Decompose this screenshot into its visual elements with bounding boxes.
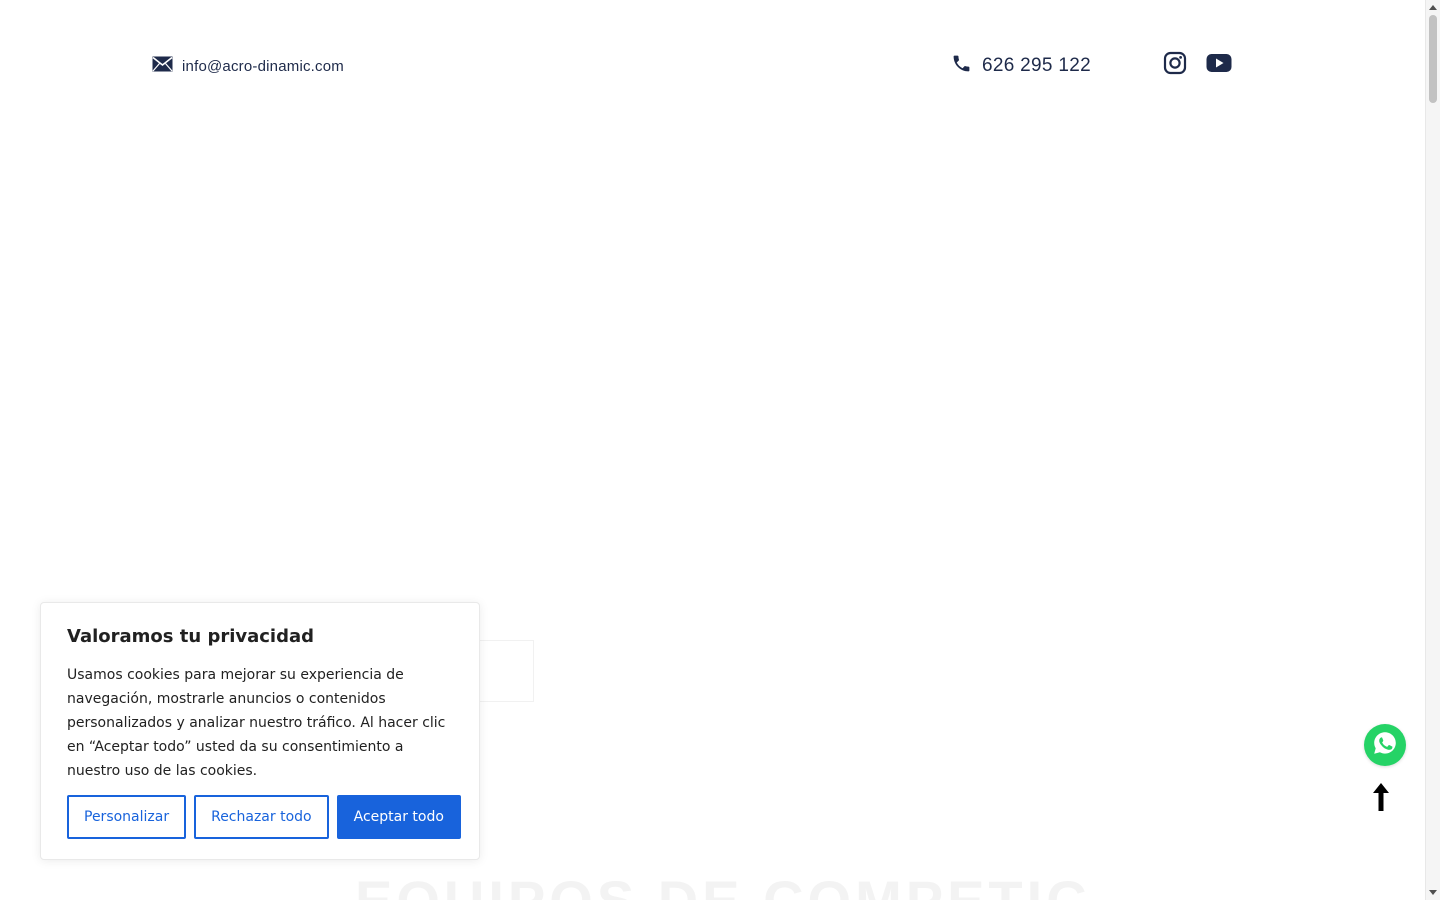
- email-link[interactable]: info@acro-dinamic.com: [152, 55, 344, 77]
- cookie-description: Usamos cookies para mejorar su experienc…: [67, 667, 446, 779]
- scroll-up-arrow-icon[interactable]: [1429, 5, 1437, 10]
- scrollbar-thumb[interactable]: [1429, 15, 1437, 103]
- arrow-up-icon: [1372, 782, 1390, 816]
- scroll-down-arrow-icon[interactable]: [1429, 890, 1437, 895]
- phone-text: 626 295 122: [982, 55, 1091, 76]
- reject-all-button[interactable]: Rechazar todo: [194, 795, 329, 839]
- page-scrollbar[interactable]: [1425, 0, 1440, 900]
- customize-button[interactable]: Personalizar: [67, 795, 187, 839]
- youtube-icon: [1206, 53, 1232, 77]
- phone-link[interactable]: 626 295 122: [951, 52, 1091, 80]
- whatsapp-button[interactable]: [1364, 724, 1406, 766]
- envelope-icon: [152, 56, 173, 76]
- hero-heading: EQUIPOS DE COMPETICIÓN: [355, 868, 1085, 900]
- youtube-link[interactable]: [1206, 52, 1232, 78]
- cookie-banner: Valoramos tu privacidad Usamos cookies p…: [40, 602, 480, 860]
- instagram-link[interactable]: [1162, 51, 1188, 79]
- accept-all-button[interactable]: Aceptar todo: [336, 795, 461, 839]
- cookie-button-group: Personalizar Rechazar todo Aceptar todo: [67, 795, 461, 839]
- email-text: info@acro-dinamic.com: [182, 57, 344, 75]
- instagram-icon: [1163, 51, 1187, 79]
- phone-icon: [951, 53, 972, 80]
- scroll-to-top-button[interactable]: [1369, 782, 1393, 816]
- whatsapp-icon: [1371, 729, 1399, 761]
- page: info@acro-dinamic.com 626 295 122 Valora…: [0, 0, 1440, 900]
- cookie-title: Valoramos tu privacidad: [67, 626, 315, 647]
